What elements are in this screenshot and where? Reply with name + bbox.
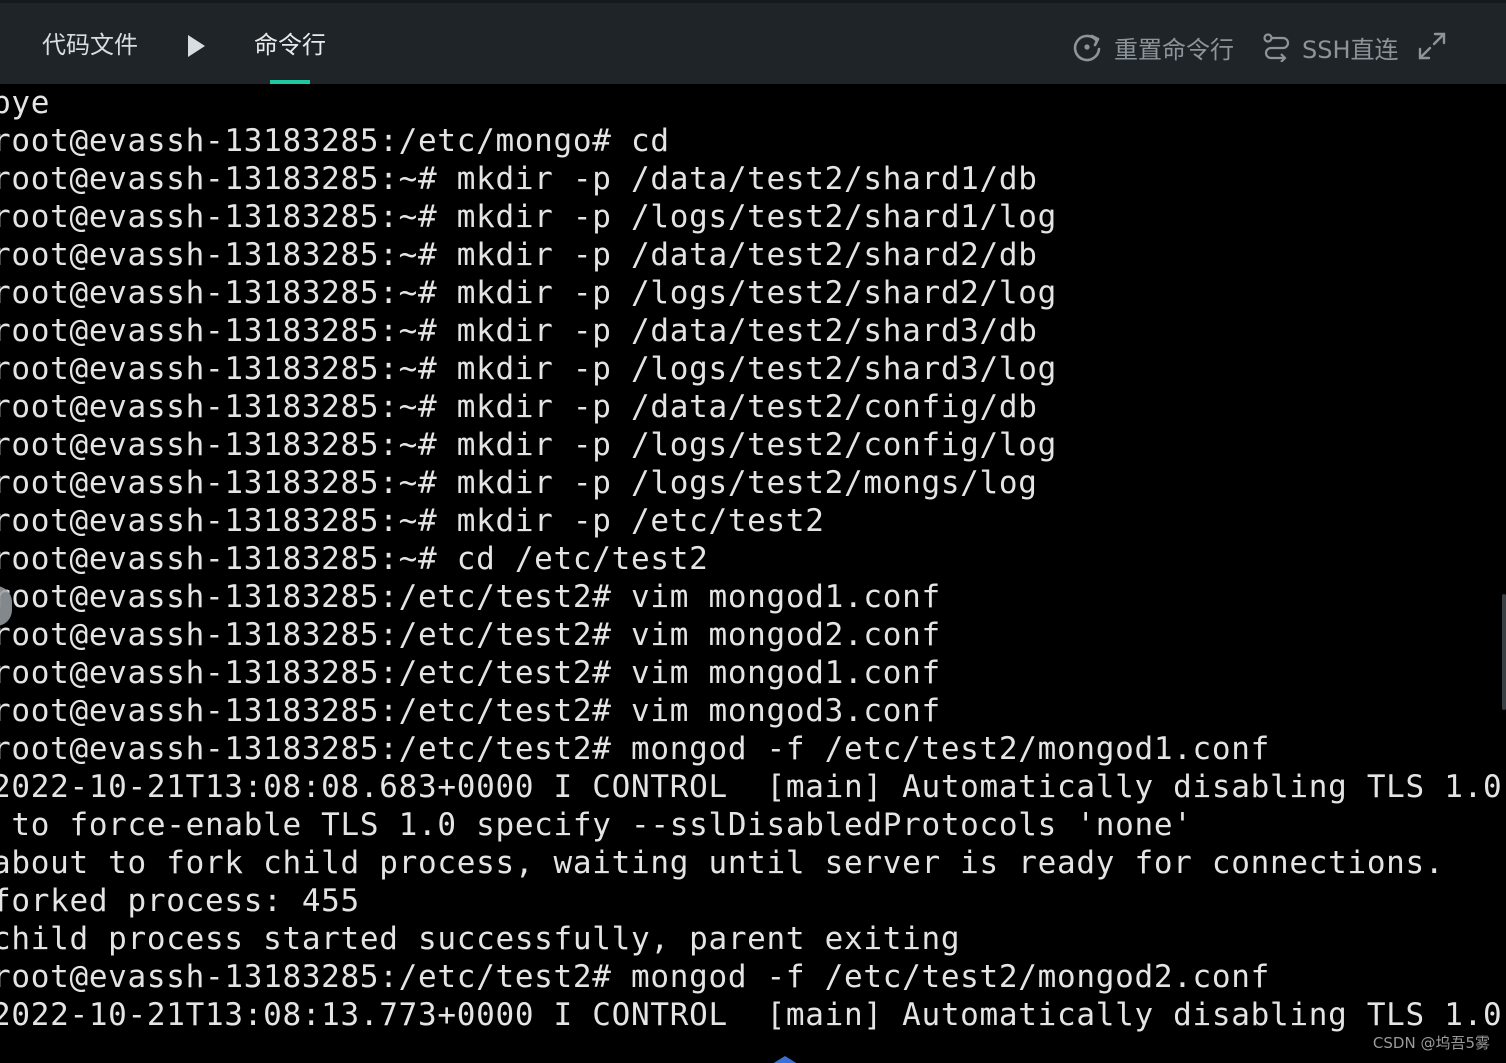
terminal-line: root@evassh-13183285:~# mkdir -p /data/t…	[0, 313, 1038, 349]
fullscreen-icon[interactable]	[1417, 31, 1447, 61]
bottom-marker-icon	[772, 1056, 798, 1063]
web-ide-window: 代码文件 命令行 重置命令行 SSH直连 bye root@evassh-131…	[0, 0, 1506, 1063]
terminal-line: forked process: 455	[0, 883, 360, 919]
terminal-line: root@evassh-13183285:/etc/test2# vim mon…	[0, 617, 941, 653]
terminal-line: root@evassh-13183285:~# mkdir -p /logs/t…	[0, 351, 1057, 387]
terminal-line: 2022-10-21T13:08:08.683+0000 I CONTROL […	[0, 769, 1506, 805]
ssh-connect-label: SSH直连	[1302, 35, 1399, 64]
terminal-line: root@evassh-13183285:~# mkdir -p /data/t…	[0, 237, 1038, 273]
ssh-connect-button[interactable]: SSH直连	[1262, 29, 1399, 65]
reset-terminal-button[interactable]: 重置命令行	[1070, 29, 1234, 65]
terminal-output[interactable]: bye root@evassh-13183285:/etc/mongo# cd …	[0, 84, 1506, 1063]
terminal-line: child process started successfully, pare…	[0, 921, 961, 957]
reset-terminal-label: 重置命令行	[1114, 35, 1234, 64]
terminal-line: root@evassh-13183285:/etc/mongo# cd	[0, 123, 670, 159]
terminal-line: root@evassh-13183285:~# mkdir -p /data/t…	[0, 389, 1038, 425]
terminal-line: root@evassh-13183285:~# mkdir -p /logs/t…	[0, 465, 1038, 501]
terminal-line: bye	[0, 85, 51, 121]
terminal-line: root@evassh-13183285:/etc/test2# vim mon…	[0, 579, 941, 615]
terminal-line: about to fork child process, waiting unt…	[0, 845, 1445, 881]
run-icon[interactable]	[188, 35, 205, 57]
terminal-line: root@evassh-13183285:/etc/test2# vim mon…	[0, 655, 941, 691]
watermark: CSDN @坞吾5雾	[1372, 1034, 1490, 1052]
ssh-link-icon	[1263, 33, 1290, 62]
terminal-line: root@evassh-13183285:~# cd /etc/test2	[0, 541, 709, 577]
terminal-scrollbar[interactable]	[1502, 594, 1506, 710]
terminal-line: root@evassh-13183285:/etc/test2# vim mon…	[0, 693, 941, 729]
terminal-line: to force-enable TLS 1.0 specify --sslDis…	[0, 807, 1193, 843]
terminal-line: root@evassh-13183285:/etc/test2# mongod …	[0, 959, 1270, 995]
terminal-line: root@evassh-13183285:~# mkdir -p /data/t…	[0, 161, 1038, 197]
terminal-line: root@evassh-13183285:/etc/test2# mongod …	[0, 731, 1270, 767]
terminal-line: root@evassh-13183285:~# mkdir -p /logs/t…	[0, 427, 1057, 463]
terminal-line: root@evassh-13183285:~# mkdir -p /logs/t…	[0, 275, 1057, 311]
refresh-icon	[1073, 34, 1101, 62]
terminal-line: root@evassh-13183285:~# mkdir -p /etc/te…	[0, 503, 825, 539]
tab-code-files[interactable]: 代码文件	[42, 29, 138, 61]
terminal-line: 2022-10-21T13:08:13.773+0000 I CONTROL […	[0, 997, 1506, 1033]
toolbar: 代码文件 命令行 重置命令行 SSH直连	[0, 0, 1506, 84]
tab-command-line[interactable]: 命令行	[254, 29, 326, 61]
terminal-line: root@evassh-13183285:~# mkdir -p /logs/t…	[0, 199, 1057, 235]
